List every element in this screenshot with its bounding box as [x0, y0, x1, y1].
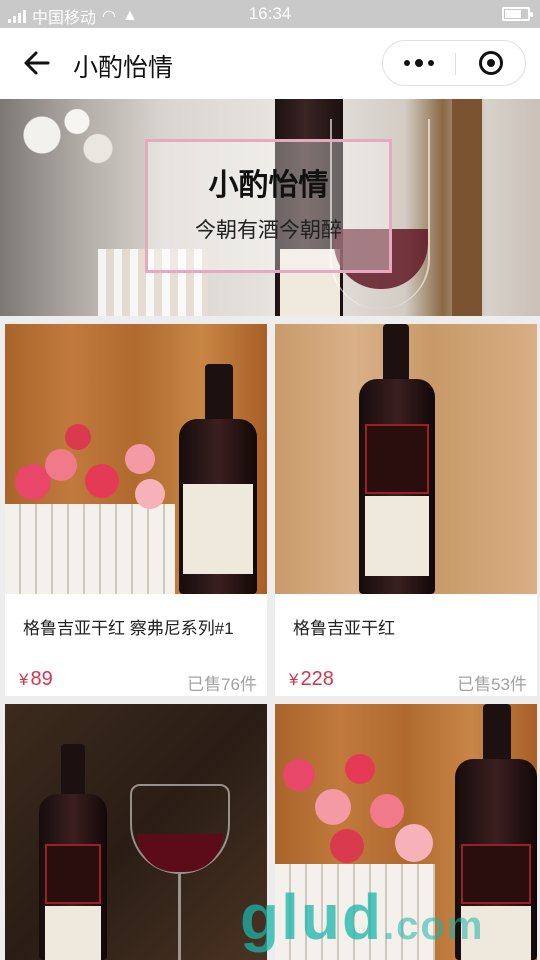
flower: [330, 829, 364, 863]
flower: [65, 424, 91, 450]
product-price: ¥228: [289, 668, 334, 691]
product-image: [275, 324, 537, 594]
status-bar: 中国移动 ◠ ▲ 16:34: [0, 0, 540, 28]
more-dot-icon: [428, 60, 434, 66]
product-name: 格鲁吉亚干红 察弗尼系列#1: [23, 619, 234, 638]
watermark-suffix: .com: [383, 904, 485, 948]
bottle-label: [365, 496, 429, 576]
banner-subtitle: 今朝有酒今朝醉: [195, 219, 342, 242]
white-fence: [5, 504, 175, 594]
back-arrow-icon[interactable]: [22, 48, 52, 78]
product-image: [5, 704, 267, 960]
bottle-red-label: [365, 424, 429, 494]
flower: [125, 444, 155, 474]
status-time: 16:34: [248, 4, 292, 23]
nav-bar: 小酌怡情: [0, 28, 540, 99]
more-dot-icon: [404, 60, 410, 66]
product-price: ¥89: [19, 668, 53, 691]
banner-flowers: [0, 99, 140, 189]
banner-text-frame: 小酌怡情 今朝有酒今朝醉: [145, 139, 392, 273]
currency-symbol: ¥: [289, 670, 299, 689]
watermark-main: glud: [240, 881, 384, 953]
product-card[interactable]: 格鲁吉亚干红 ¥228 已售53件: [275, 324, 537, 696]
more-menu-button[interactable]: [383, 41, 455, 85]
flower: [395, 824, 433, 862]
banner-wood-beam: [452, 99, 482, 316]
banner-title: 小酌怡情: [208, 169, 329, 202]
glass-wine: [137, 834, 223, 872]
flower: [315, 789, 351, 825]
mini-program-capsule: [382, 40, 526, 86]
product-image: [5, 324, 267, 594]
price-value: 89: [30, 668, 53, 690]
currency-symbol: ¥: [19, 670, 29, 689]
product-card[interactable]: 格鲁吉亚干红 察弗尼系列#1 ¥89 已售76件: [5, 324, 267, 696]
flower: [135, 479, 165, 509]
flower: [370, 794, 404, 828]
battery-icon: [502, 7, 533, 21]
bottle-red-label: [45, 844, 101, 904]
bottle-label: [183, 484, 253, 574]
flower: [45, 449, 77, 481]
price-value: 228: [300, 668, 334, 690]
sold-count: 已售76件: [187, 675, 257, 694]
close-mini-program-button[interactable]: [455, 41, 527, 85]
sold-count: 已售53件: [457, 675, 527, 694]
hero-banner[interactable]: 小酌怡情 今朝有酒今朝醉: [0, 99, 540, 316]
more-dot-icon: [415, 59, 423, 67]
site-watermark: glud.com: [240, 880, 484, 954]
bottle-label: [45, 906, 101, 960]
glass-stem: [178, 874, 181, 960]
target-icon: [479, 51, 503, 75]
flower: [345, 754, 375, 784]
page-title: 小酌怡情: [73, 54, 174, 82]
flower: [283, 759, 315, 791]
product-card[interactable]: [5, 704, 267, 960]
flower: [85, 464, 119, 498]
product-name: 格鲁吉亚干红: [293, 619, 395, 638]
